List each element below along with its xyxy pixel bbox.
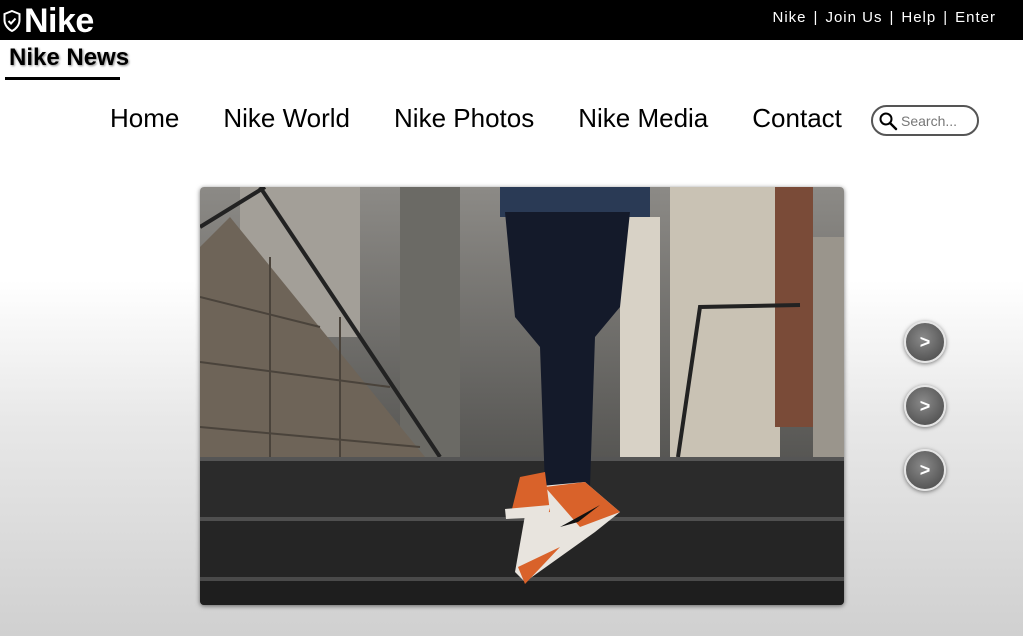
top-links: Nike | Join Us | Help | Enter	[773, 9, 996, 26]
nav-nike-photos[interactable]: Nike Photos	[394, 103, 534, 134]
search-input[interactable]	[901, 112, 971, 129]
slider-next-button-1[interactable]: >	[904, 321, 946, 363]
nav-home[interactable]: Home	[110, 103, 179, 134]
slider-next-button-3[interactable]: >	[904, 449, 946, 491]
top-link-separator: |	[889, 9, 895, 26]
hero-image	[200, 187, 844, 605]
top-link-separator: |	[813, 9, 819, 26]
section-title: Nike News	[5, 44, 129, 80]
search-box[interactable]	[871, 105, 979, 136]
shield-icon	[3, 10, 21, 32]
nav-nike-media[interactable]: Nike Media	[578, 103, 708, 134]
hero-photo	[200, 187, 844, 605]
brand-name: Nike	[24, 2, 94, 40]
main-nav: Home Nike World Nike Photos Nike Media C…	[110, 103, 858, 134]
top-link-nike[interactable]: Nike	[773, 9, 807, 26]
top-link-enter[interactable]: Enter	[955, 9, 996, 26]
nav-contact[interactable]: Contact	[752, 103, 842, 134]
search-icon	[879, 112, 898, 130]
brand[interactable]: Nike	[3, 3, 94, 39]
top-link-separator: |	[943, 9, 949, 26]
top-bar: Nike Nike | Join Us | Help | Enter	[0, 0, 1023, 40]
slider-next-button-2[interactable]: >	[904, 385, 946, 427]
top-link-join-us[interactable]: Join Us	[825, 9, 882, 26]
top-link-help[interactable]: Help	[901, 9, 936, 26]
nav-nike-world[interactable]: Nike World	[223, 103, 350, 134]
